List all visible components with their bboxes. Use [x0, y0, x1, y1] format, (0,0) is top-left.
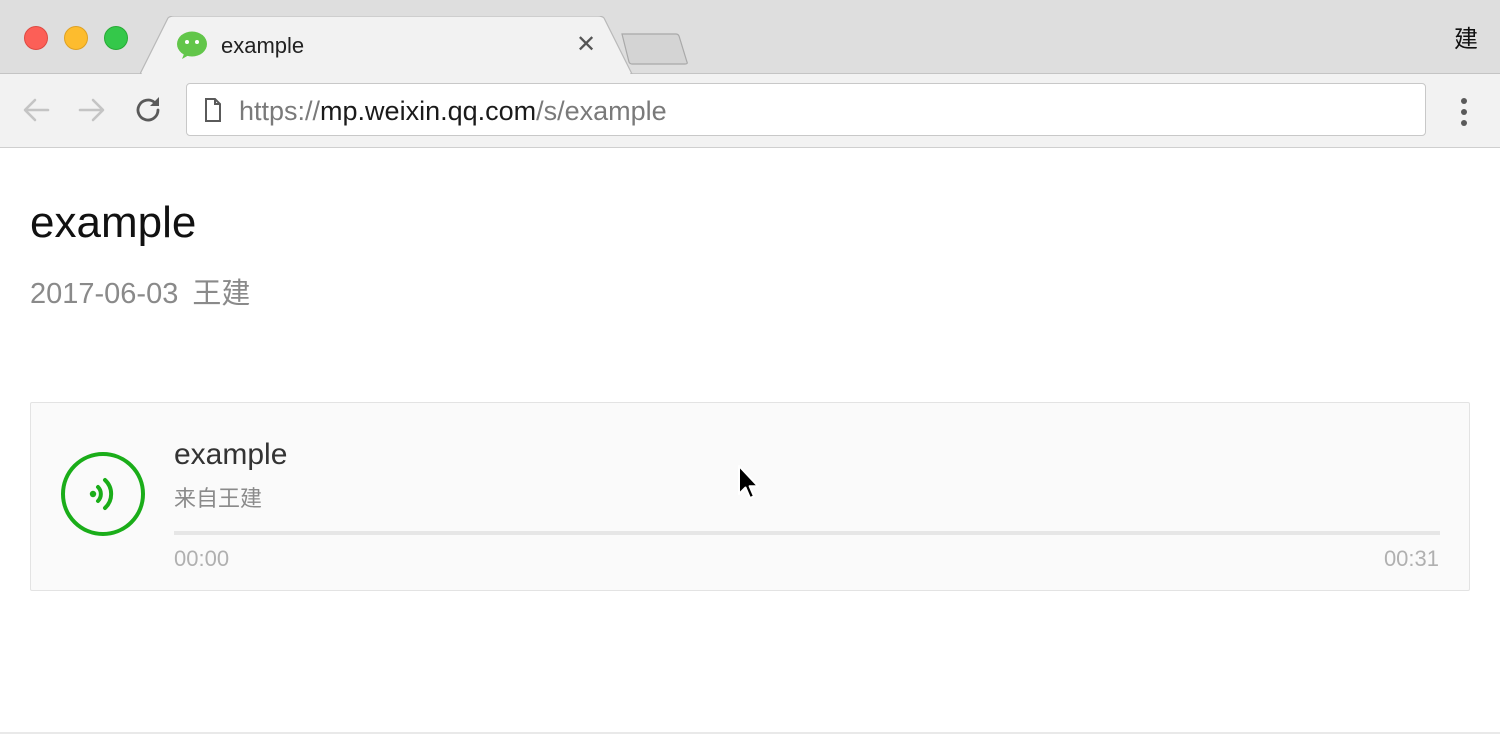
url-path: /s/example	[536, 96, 667, 126]
forward-arrow-icon[interactable]	[74, 92, 110, 128]
divider	[0, 732, 1500, 734]
article-date: 2017-06-03	[30, 278, 179, 310]
tab-strip: example ✕ 建	[0, 0, 1500, 76]
total-duration: 00:31	[1383, 546, 1439, 571]
article-meta: 2017-06-03 王建	[30, 277, 250, 311]
page-content: example 2017-06-03 王建 example 来自王建 00:00 …	[0, 149, 1500, 736]
active-tab[interactable]	[140, 16, 640, 76]
article-author[interactable]: 王建	[192, 278, 250, 310]
zoom-window-button[interactable]	[104, 26, 128, 50]
minimize-window-button[interactable]	[64, 26, 88, 50]
wechat-icon	[177, 31, 207, 59]
audio-title: example	[174, 438, 288, 471]
back-arrow-icon[interactable]	[18, 92, 54, 128]
audio-wave-icon[interactable]	[60, 451, 146, 537]
more-menu-icon[interactable]	[1450, 96, 1478, 128]
audio-progress-bar[interactable]	[174, 531, 1440, 535]
tab-title: example	[221, 33, 305, 58]
new-tab-button[interactable]	[620, 32, 690, 66]
tab-close-icon[interactable]: ✕	[574, 32, 598, 58]
close-window-button[interactable]	[24, 26, 48, 50]
article-title: example	[30, 198, 197, 247]
reload-icon[interactable]	[130, 92, 166, 128]
profile-label[interactable]: 建	[1454, 26, 1478, 54]
address-bar[interactable]: https://mp.weixin.qq.com/s/example	[186, 83, 1426, 136]
audio-source: 来自王建	[174, 486, 263, 511]
mouse-cursor-icon	[738, 465, 759, 499]
url-text: https://mp.weixin.qq.com/s/example	[239, 95, 667, 127]
url-scheme: https://	[239, 96, 321, 126]
browser-toolbar: https://mp.weixin.qq.com/s/example	[0, 74, 1500, 148]
elapsed-time: 00:00	[174, 546, 230, 571]
url-host: mp.weixin.qq.com	[320, 96, 537, 126]
page-icon	[205, 98, 221, 122]
